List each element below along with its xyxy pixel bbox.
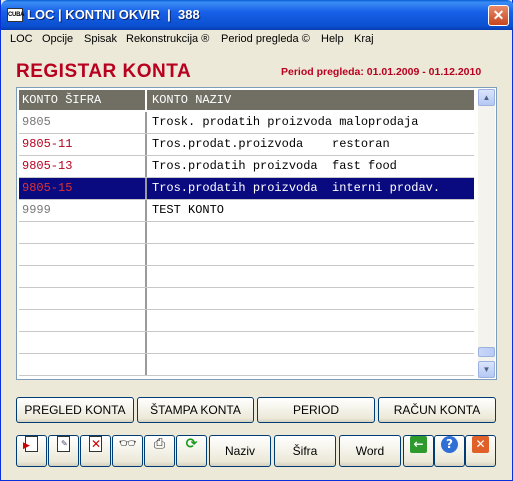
back-button[interactable]: ←	[403, 435, 434, 467]
printer-icon: ⎙	[153, 436, 166, 452]
menu-loc[interactable]: LOC	[10, 33, 33, 45]
cell-konto-sifra: 9805	[19, 112, 147, 133]
empty-table-row[interactable]	[19, 222, 474, 244]
title-bar[interactable]: CUBA LOC | KONTNI OKVIR | 388 ✕	[1, 0, 513, 30]
cell-konto-sifra	[19, 354, 147, 375]
menu-bar: LOC Opcije Spisak Rekonstrukcija ® Perio…	[2, 30, 512, 49]
vertical-scrollbar[interactable]: ▲ ▼	[478, 89, 495, 378]
cell-konto-naziv	[149, 244, 474, 265]
new-document-icon: ▶	[23, 436, 38, 452]
sort-naziv-button[interactable]: Naziv	[209, 435, 271, 467]
cell-konto-sifra	[19, 288, 147, 309]
cell-konto-naziv: Tros.prodatih proizvoda fast food	[152, 159, 397, 173]
scroll-up-icon[interactable]: ▲	[478, 89, 495, 106]
find-glasses-icon: 👓︎	[118, 436, 137, 452]
window-title: LOC | KONTNI OKVIR | 388	[27, 7, 200, 22]
cell-konto-sifra	[19, 310, 147, 331]
cell-konto-naziv	[149, 288, 474, 309]
cell-konto-naziv: Trosk. prodatih proizvoda maloprodaja	[152, 115, 419, 129]
empty-table-row[interactable]	[19, 288, 474, 310]
cell-konto-sifra: 9999	[19, 200, 147, 221]
table-row[interactable]: 9805 Trosk. prodatih proizvoda maloprodaj…	[19, 112, 474, 134]
table-row[interactable]: 9805-13 Tros.prodatih proizvoda fast food	[19, 156, 474, 178]
cell-konto-naziv	[149, 332, 474, 353]
app-icon: CUBA	[7, 8, 24, 22]
back-arrow-icon: ←	[410, 436, 427, 453]
scroll-down-icon[interactable]: ▼	[478, 361, 495, 378]
grid-header: KONTO ŠIFRA KONTO NAZIV	[19, 90, 474, 110]
empty-table-row[interactable]	[19, 354, 474, 376]
empty-table-row[interactable]	[19, 266, 474, 288]
stampa-konta-button[interactable]: ŠTAMPA KONTA	[137, 397, 254, 423]
empty-table-row[interactable]	[19, 310, 474, 332]
cell-konto-sifra	[19, 222, 147, 243]
menu-help[interactable]: Help	[321, 33, 344, 45]
menu-opcije[interactable]: Opcije	[42, 33, 73, 45]
delete-document-icon: ✕	[89, 436, 102, 452]
help-icon: ?	[441, 436, 458, 453]
refresh-button[interactable]: ⟳	[176, 435, 207, 467]
refresh-icon: ⟳	[185, 436, 198, 452]
cell-konto-naziv	[149, 354, 474, 375]
column-header-sifra[interactable]: KONTO ŠIFRA	[19, 90, 147, 110]
cell-konto-sifra: 9805-15	[19, 178, 147, 199]
close-button[interactable]: ✕	[488, 5, 509, 26]
sort-sifra-button[interactable]: Šifra	[274, 435, 336, 467]
help-button[interactable]: ?	[434, 435, 465, 467]
cell-konto-naziv: TEST KONTO	[152, 203, 225, 217]
new-record-button[interactable]: ▶	[16, 435, 47, 467]
menu-period-pregleda[interactable]: Period pregleda ©	[221, 33, 310, 45]
cell-konto-naziv	[149, 266, 474, 287]
cell-konto-sifra: 9805-13	[19, 156, 147, 177]
table-row[interactable]: 9999 TEST KONTO	[19, 200, 474, 222]
cell-konto-sifra	[19, 244, 147, 265]
empty-table-row[interactable]	[19, 332, 474, 354]
cell-konto-naziv: Tros.prodat.proizvoda restoran	[152, 137, 390, 151]
menu-kraj[interactable]: Kraj	[354, 33, 374, 45]
main-window: CUBA LOC | KONTNI OKVIR | 388 ✕ LOC Opci…	[0, 0, 513, 481]
cell-konto-sifra	[19, 266, 147, 287]
scroll-thumb[interactable]	[478, 347, 495, 357]
word-export-button[interactable]: Word	[339, 435, 401, 467]
exit-icon: ✕	[472, 436, 489, 453]
print-button[interactable]: ⎙	[144, 435, 175, 467]
cell-konto-naziv	[149, 222, 474, 243]
column-header-naziv[interactable]: KONTO NAZIV	[149, 90, 474, 110]
exit-button[interactable]: ✕	[465, 435, 496, 467]
table-row[interactable]: 9805-11 Tros.prodat.proizvoda restoran	[19, 134, 474, 156]
cell-konto-naziv	[149, 310, 474, 331]
empty-table-row[interactable]	[19, 244, 474, 266]
period-button[interactable]: PERIOD	[257, 397, 375, 423]
menu-rekonstrukcija[interactable]: Rekonstrukcija ®	[126, 33, 209, 45]
page-title: REGISTAR KONTA	[16, 61, 192, 82]
table-row[interactable]: 9805-15 Tros.prodatih proizvoda interni p…	[19, 178, 474, 200]
edit-record-button[interactable]: ✎	[48, 435, 79, 467]
cell-konto-sifra: 9805-11	[19, 134, 147, 155]
racun-konta-button[interactable]: RAČUN KONTA	[378, 397, 496, 423]
delete-record-button[interactable]: ✕	[80, 435, 111, 467]
period-label: Period pregleda: 01.01.2009 - 01.12.2010	[281, 66, 482, 78]
edit-document-icon: ✎	[57, 436, 70, 452]
cell-konto-naziv: Tros.prodatih proizvoda interni prodav.	[152, 181, 441, 195]
find-button[interactable]: 👓︎	[112, 435, 143, 467]
cell-konto-sifra	[19, 332, 147, 353]
pregled-konta-button[interactable]: PREGLED KONTA	[16, 397, 134, 423]
menu-spisak[interactable]: Spisak	[84, 33, 117, 45]
accounts-grid[interactable]: KONTO ŠIFRA KONTO NAZIV 9805 Trosk. proda…	[16, 87, 497, 380]
